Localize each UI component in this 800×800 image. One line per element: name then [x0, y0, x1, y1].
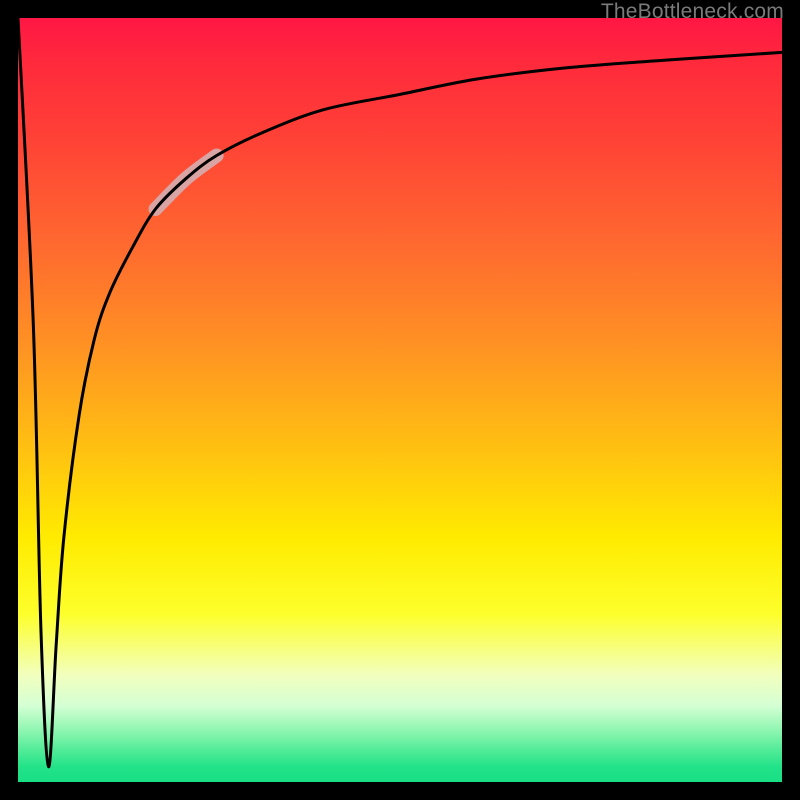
bottleneck-curve-highlight	[156, 156, 217, 209]
chart-frame: TheBottleneck.com	[0, 0, 800, 800]
bottleneck-curve	[18, 18, 782, 767]
curve-svg	[18, 18, 782, 782]
plot-area	[18, 18, 782, 782]
